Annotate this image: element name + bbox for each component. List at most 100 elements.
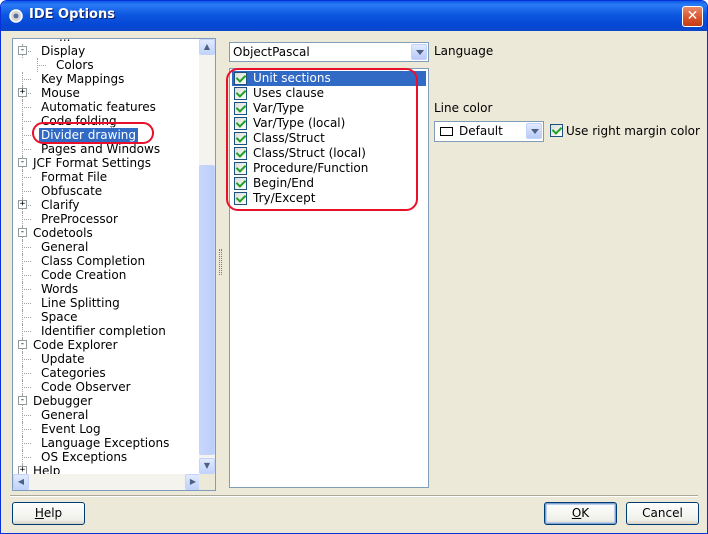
use-right-margin-checkbox[interactable] bbox=[550, 124, 563, 137]
scroll-thumb[interactable] bbox=[199, 165, 215, 455]
tree-node[interactable]: Update bbox=[39, 352, 86, 366]
tree-node[interactable]: Help bbox=[31, 464, 62, 474]
tree-node[interactable]: Line Splitting bbox=[39, 296, 122, 310]
tree-node-label: Line Splitting bbox=[41, 296, 120, 310]
tree-node[interactable]: Code Creation bbox=[39, 268, 128, 282]
tree-connector bbox=[22, 359, 31, 360]
tree-horizontal-scrollbar[interactable]: ◀ ▶ bbox=[13, 474, 201, 490]
tree-node[interactable]: Mouse bbox=[39, 86, 82, 100]
collapse-icon[interactable]: - bbox=[18, 228, 27, 237]
tree-node[interactable]: General bbox=[39, 240, 90, 254]
tree-node[interactable]: Automatic features bbox=[39, 100, 158, 114]
collapse-icon[interactable]: - bbox=[18, 340, 27, 349]
tree-node-label: PreProcessor bbox=[41, 212, 118, 226]
tree-connector bbox=[22, 380, 23, 394]
line-color-combo[interactable]: Default bbox=[434, 121, 544, 142]
language-dropdown-button[interactable] bbox=[411, 44, 427, 60]
tree-node-label: Class Completion bbox=[41, 254, 146, 268]
language-value: ObjectPascal bbox=[233, 45, 310, 59]
tree-connector bbox=[22, 128, 23, 142]
tree-node[interactable]: Event Log bbox=[39, 422, 103, 436]
tree-node[interactable]: Format File bbox=[39, 170, 109, 184]
tree-node[interactable]: Class Completion bbox=[39, 254, 147, 268]
tree-node[interactable]: JCF Format Settings bbox=[31, 156, 153, 170]
title-bar[interactable]: IDE Options ✕ bbox=[1, 1, 707, 31]
tree-connector bbox=[22, 184, 23, 198]
tree-node[interactable]: Debugger bbox=[31, 394, 94, 408]
expand-icon[interactable]: + bbox=[18, 466, 27, 474]
tree-node[interactable]: Codetools bbox=[31, 226, 95, 240]
collapse-icon[interactable]: - bbox=[18, 158, 27, 167]
dialog-client: ... -DisplayColorsKey Mappings+MouseAuto… bbox=[4, 31, 704, 531]
close-button[interactable]: ✕ bbox=[682, 6, 703, 27]
tree-node-label: Help bbox=[33, 464, 61, 474]
tree-connector bbox=[22, 282, 23, 296]
tree-node[interactable]: Key Mappings bbox=[39, 72, 126, 86]
tree-node[interactable]: Clarify bbox=[39, 198, 81, 212]
tree-node[interactable]: Obfuscate bbox=[39, 184, 104, 198]
tree-connector bbox=[22, 107, 31, 108]
collapse-icon[interactable]: - bbox=[18, 396, 27, 405]
tree-node-label: Debugger bbox=[33, 394, 93, 408]
tree-node[interactable]: Colors bbox=[54, 58, 96, 72]
scroll-down-button[interactable]: ▼ bbox=[199, 458, 215, 474]
tree-connector bbox=[22, 429, 31, 430]
options-tree[interactable]: ... -DisplayColorsKey Mappings+MouseAuto… bbox=[12, 38, 216, 491]
tree-connector bbox=[22, 303, 31, 304]
tree-node-label: Key Mappings bbox=[41, 72, 125, 86]
scrollbar-corner bbox=[199, 474, 215, 490]
ok-button[interactable]: OK bbox=[544, 502, 617, 525]
tree-connector bbox=[22, 247, 31, 248]
tree-connector bbox=[22, 170, 23, 184]
cancel-button[interactable]: Cancel bbox=[626, 502, 699, 525]
scroll-left-button[interactable]: ◀ bbox=[13, 474, 29, 490]
tree-connector bbox=[22, 317, 31, 318]
use-right-margin-label[interactable]: Use right margin color bbox=[566, 124, 700, 138]
tree-node[interactable]: Pages and Windows bbox=[39, 142, 162, 156]
tree-node[interactable]: Language Exceptions bbox=[39, 436, 171, 450]
tree-connector bbox=[22, 310, 23, 324]
tree-node[interactable]: Code Observer bbox=[39, 380, 133, 394]
tree-connector bbox=[22, 212, 23, 226]
ok-button-label: OK bbox=[571, 506, 590, 520]
tree-node[interactable]: OS Exceptions bbox=[39, 450, 129, 464]
tree-node[interactable]: Display bbox=[39, 44, 87, 58]
tree-node[interactable]: Identifier completion bbox=[39, 324, 168, 338]
tree-connector bbox=[22, 352, 23, 366]
annotation-highlight-list bbox=[226, 68, 418, 211]
tree-connector bbox=[22, 114, 23, 128]
tree-connector bbox=[22, 191, 31, 192]
expand-icon[interactable]: + bbox=[18, 88, 27, 97]
tree-node-label: JCF Format Settings bbox=[33, 156, 151, 170]
button-separator bbox=[10, 495, 698, 497]
tree-connector bbox=[22, 373, 31, 374]
tree-node-label: Code Observer bbox=[41, 380, 131, 394]
tree-content: ... -DisplayColorsKey Mappings+MouseAuto… bbox=[13, 39, 201, 474]
tree-connector bbox=[22, 422, 23, 436]
chevron-down-icon: ▼ bbox=[203, 461, 211, 470]
scroll-up-button[interactable]: ▲ bbox=[199, 39, 215, 55]
cancel-button-label: Cancel bbox=[642, 506, 683, 520]
language-combo[interactable]: ObjectPascal bbox=[229, 42, 429, 62]
tree-node[interactable]: Space bbox=[39, 310, 80, 324]
help-button[interactable]: Help bbox=[12, 502, 85, 525]
tree-node[interactable]: Code Explorer bbox=[31, 338, 120, 352]
tree-node[interactable]: General bbox=[39, 408, 90, 422]
tree-connector bbox=[22, 450, 23, 464]
tree-vertical-scrollbar[interactable]: ▲ ▼ bbox=[199, 39, 215, 474]
tree-node[interactable]: PreProcessor bbox=[39, 212, 120, 226]
line-color-dropdown-button[interactable] bbox=[526, 123, 542, 139]
line-color-value: Default bbox=[459, 124, 503, 138]
color-swatch bbox=[440, 127, 453, 136]
collapse-icon[interactable]: - bbox=[18, 46, 27, 55]
tree-node-label: Categories bbox=[41, 366, 106, 380]
tree-node[interactable]: Words bbox=[39, 282, 80, 296]
panel-splitter[interactable] bbox=[219, 249, 222, 275]
tree-node[interactable]: Categories bbox=[39, 366, 108, 380]
window-title: IDE Options bbox=[29, 7, 115, 22]
expand-icon[interactable]: + bbox=[18, 200, 27, 209]
tree-node-label: Space bbox=[41, 310, 78, 324]
tree-connector bbox=[22, 415, 31, 416]
ide-gear-icon bbox=[9, 9, 23, 23]
tree-node-label: Pages and Windows bbox=[41, 142, 161, 156]
